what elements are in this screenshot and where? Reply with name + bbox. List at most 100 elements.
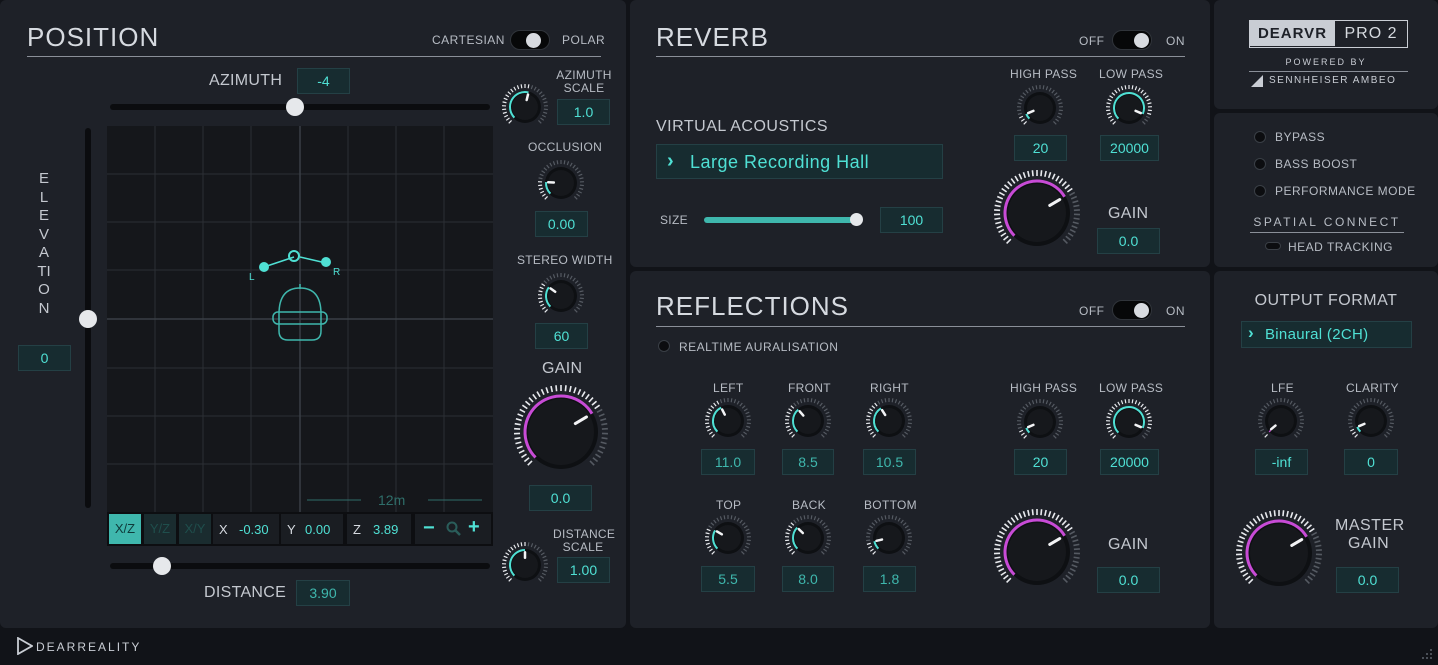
reverb-gain-value[interactable]: 0.0 [1097, 228, 1160, 254]
reverb-gain-label: GAIN [1108, 205, 1149, 222]
size-slider-thumb[interactable] [850, 213, 863, 226]
bass-boost-radio[interactable] [1254, 158, 1266, 170]
reverb-high-pass-knob[interactable] [1015, 83, 1065, 133]
occlusion-value[interactable]: 0.00 [535, 211, 588, 237]
occlusion-knob[interactable] [536, 158, 586, 208]
view-xz-button[interactable]: X/Z [109, 514, 141, 544]
size-slider[interactable] [704, 217, 858, 223]
reverb-divider [656, 56, 1185, 57]
left-label: LEFT [713, 381, 744, 395]
clarity-label: CLARITY [1346, 381, 1399, 395]
output-format-value: Binaural (2CH) [1265, 326, 1369, 343]
y-label: Y [287, 522, 296, 537]
view-yz-button[interactable]: Y/Z [144, 514, 176, 544]
output-panel: OUTPUT FORMAT › Binaural (2CH) LFE -inf … [1214, 271, 1438, 628]
reflections-high-pass-knob[interactable] [1015, 397, 1065, 447]
position-panel: POSITION CARTESIAN POLAR AZIMUTH -4 ELEV… [0, 0, 626, 628]
reverb-gain-knob[interactable] [992, 168, 1082, 258]
top-knob[interactable] [703, 513, 753, 563]
reverb-toggle[interactable] [1112, 30, 1152, 50]
dearvr-logo-left: DEARVR [1250, 21, 1335, 46]
performance-mode-radio[interactable] [1254, 185, 1266, 197]
master-gain-knob[interactable] [1234, 508, 1324, 598]
head-tracking-label: HEAD TRACKING [1288, 240, 1393, 254]
position-grid[interactable]: L R 12m [107, 126, 493, 546]
right-knob[interactable] [864, 396, 914, 446]
lfe-knob[interactable] [1256, 396, 1306, 446]
clarity-knob[interactable] [1346, 396, 1396, 446]
size-value[interactable]: 100 [880, 207, 943, 233]
occlusion-label: OCCLUSION [528, 140, 603, 154]
left-value[interactable]: 11.0 [701, 449, 755, 475]
front-knob[interactable] [783, 396, 833, 446]
x-value[interactable]: -0.30 [239, 522, 269, 537]
elevation-value[interactable]: 0 [18, 345, 71, 371]
bypass-radio[interactable] [1254, 131, 1266, 143]
bottom-knob[interactable] [864, 513, 914, 563]
y-coord-box: Y 0.00 [281, 514, 343, 544]
azimuth-label: AZIMUTH [209, 72, 283, 89]
distance-value[interactable]: 3.90 [296, 580, 350, 606]
master-gain-label-1: MASTER [1335, 517, 1405, 534]
top-value[interactable]: 5.5 [701, 566, 755, 592]
front-value[interactable]: 8.5 [782, 449, 834, 475]
position-gain-knob[interactable] [512, 383, 610, 481]
position-divider [27, 56, 601, 57]
zoom-in-button[interactable]: + [468, 516, 480, 539]
reflections-low-pass-knob[interactable] [1104, 397, 1154, 447]
left-knob[interactable] [703, 396, 753, 446]
reverb-high-pass-value[interactable]: 20 [1014, 135, 1067, 161]
x-coord-box: X -0.30 [213, 514, 279, 544]
reflections-low-pass-value[interactable]: 20000 [1100, 449, 1159, 475]
output-format-label: OUTPUT FORMAT [1254, 292, 1398, 309]
reflections-low-pass-label: LOW PASS [1099, 381, 1164, 395]
top-label: TOP [716, 498, 742, 512]
view-bar: X/Z Y/Z X/Y X -0.30 Y 0.00 Z 3.89 − + [107, 512, 493, 546]
azimuth-value[interactable]: -4 [297, 68, 350, 94]
right-value[interactable]: 10.5 [863, 449, 916, 475]
lfe-value[interactable]: -inf [1255, 449, 1308, 475]
back-value[interactable]: 8.0 [782, 566, 834, 592]
y-value[interactable]: 0.00 [305, 522, 330, 537]
reflections-toggle[interactable] [1112, 300, 1152, 320]
distance-scale-value[interactable]: 1.00 [557, 557, 610, 583]
preset-dropdown[interactable]: › Large Recording Hall [656, 144, 943, 179]
cartesian-polar-toggle[interactable] [510, 30, 550, 50]
spatial-connect-line [1250, 232, 1404, 233]
distance-slider-thumb[interactable] [153, 557, 171, 575]
stereo-width-knob[interactable] [536, 271, 586, 321]
bottom-value[interactable]: 1.8 [863, 566, 916, 592]
performance-mode-label: PERFORMANCE MODE [1275, 184, 1416, 198]
realtime-auralisation-radio[interactable] [658, 340, 670, 352]
reverb-low-pass-value[interactable]: 20000 [1100, 135, 1159, 161]
z-value[interactable]: 3.89 [373, 522, 398, 537]
reverb-low-pass-knob[interactable] [1104, 83, 1154, 133]
stereo-width-value[interactable]: 60 [535, 323, 588, 349]
view-xy-button[interactable]: X/Y [179, 514, 211, 544]
powered-by-line [1249, 71, 1408, 72]
output-format-dropdown[interactable]: › Binaural (2CH) [1241, 321, 1412, 348]
master-gain-value[interactable]: 0.0 [1336, 567, 1399, 593]
right-marker: R [333, 267, 341, 278]
distance-scale-knob[interactable] [500, 540, 550, 590]
reflections-high-pass-value[interactable]: 20 [1014, 449, 1067, 475]
position-gain-value[interactable]: 0.0 [529, 485, 592, 511]
resize-grip-icon[interactable] [1420, 647, 1434, 661]
grid-lines [107, 126, 493, 546]
head-tracking-switch[interactable] [1265, 242, 1281, 250]
reverb-title: REVERB [656, 22, 769, 52]
clarity-value[interactable]: 0 [1344, 449, 1398, 475]
back-knob[interactable] [783, 513, 833, 563]
elevation-slider-thumb[interactable] [79, 310, 97, 328]
reflections-on-label: ON [1166, 304, 1185, 318]
reflections-gain-value[interactable]: 0.0 [1097, 567, 1160, 593]
azimuth-scale-knob[interactable] [500, 82, 550, 132]
azimuth-slider-thumb[interactable] [286, 98, 304, 116]
front-label: FRONT [788, 381, 831, 395]
azimuth-scale-value[interactable]: 1.0 [557, 99, 610, 125]
polar-label: POLAR [562, 33, 606, 47]
bypass-label: BYPASS [1275, 130, 1326, 144]
zoom-out-button[interactable]: − [423, 517, 435, 540]
z-coord-box: Z 3.89 [347, 514, 411, 544]
reflections-gain-knob[interactable] [992, 507, 1082, 597]
